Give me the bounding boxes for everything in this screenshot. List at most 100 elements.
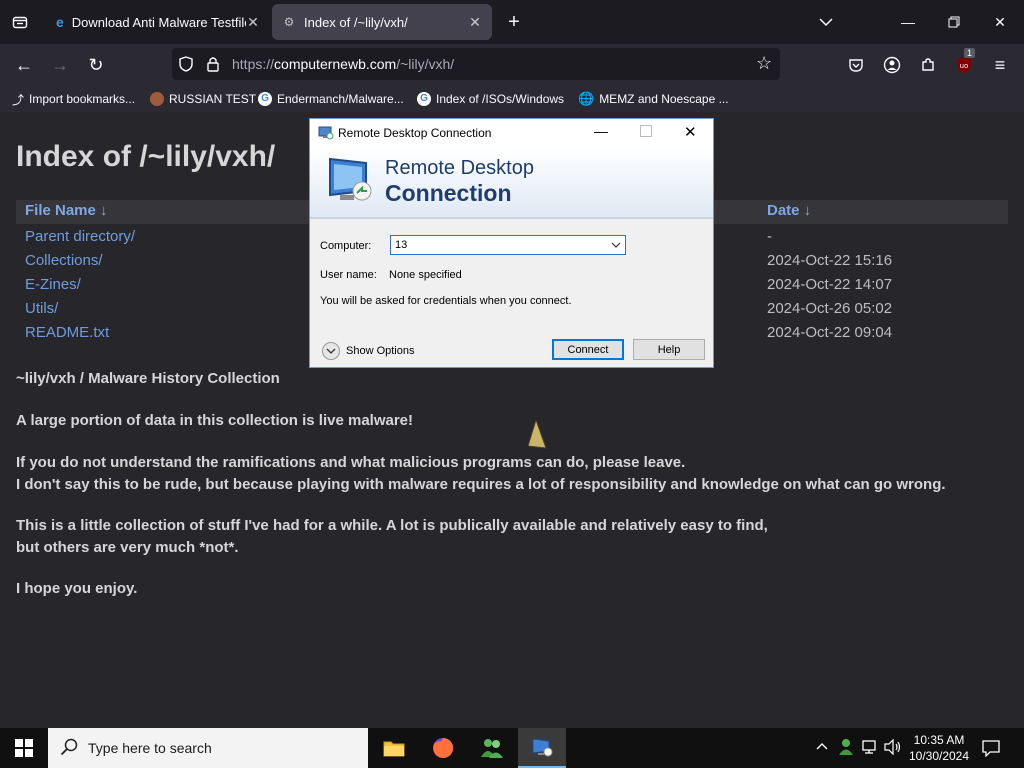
file-date: 2024-Oct-22 14:07 [767,276,893,293]
notifications-icon[interactable] [982,739,1000,762]
bookmark-endermanch[interactable]: G Endermanch/Malware... [258,90,404,108]
dialog-maximize-icon [640,125,652,137]
banner-divider [310,217,713,219]
bookmarks-toolbar: ⤴ Import bookmarks... RUSSIAN TEST G Ender… [0,86,1024,112]
clock-date: 10/30/2024 [908,749,970,763]
minimize-icon[interactable]: — [894,8,922,36]
show-options-label: Show Options [346,345,415,357]
close-tab-icon[interactable]: ✕ [468,14,482,31]
tab-list-icon[interactable] [8,10,32,34]
tab-download-anti-malware[interactable]: e Download Anti Malware Testfile ✕ [46,4,270,40]
edge-icon: e [56,14,64,30]
readme-warning: A large portion of data in this collecti… [16,412,414,429]
url-bar[interactable]: https://computernewb.com/~lily/vxh/ ☆ [172,48,780,80]
username-label: User name: [320,269,377,281]
expand-circle-icon [322,342,340,360]
computer-label: Computer: [320,240,372,252]
rdp-monitor-icon [326,155,376,210]
url-host: computernewb.com [274,56,397,72]
url-prefix: https:// [232,56,275,72]
menu-icon[interactable]: ≡ [986,51,1014,79]
mouse-cursor-icon [527,418,548,455]
taskbar-search-box[interactable]: Type here to search [48,728,368,768]
list-all-tabs-icon[interactable] [812,8,840,36]
username-value: None specified [389,269,462,281]
file-link[interactable]: Collections/ [25,252,103,269]
column-date[interactable]: Date ↓ [767,202,811,219]
user-status-icon[interactable] [838,738,854,761]
file-date: 2024-Oct-26 05:02 [767,300,893,317]
page-title: Index of /~lily/vxh/ [16,140,276,173]
firefox-icon[interactable] [419,728,467,768]
tab-index-of-vxh[interactable]: ⚙ Index of /~lily/vxh/ ✕ [272,4,492,40]
search-placeholder: Type here to search [88,740,212,756]
ublock-icon[interactable]: uo 1 [950,48,978,79]
chevron-down-icon[interactable] [611,237,621,256]
start-button[interactable] [0,728,48,768]
file-link[interactable]: E-Zines/ [25,276,81,293]
dialog-title: Remote Desktop Connection [338,126,492,140]
remote-desktop-taskbar-icon[interactable] [518,728,566,768]
site-icon: ⚙ [283,15,295,29]
users-app-icon[interactable] [468,728,516,768]
reload-icon[interactable]: ↻ [82,51,110,79]
bookmark-label: Index of /ISOs/Windows [436,92,565,106]
dialog-close-icon[interactable]: ✕ [684,123,697,141]
file-link[interactable]: Parent directory/ [25,228,135,245]
account-icon[interactable] [878,51,906,79]
file-link[interactable]: README.txt [25,324,109,341]
show-options-toggle[interactable]: Show Options [322,342,414,360]
bookmark-isos[interactable]: G Index of /ISOs/Windows [417,90,564,108]
lock-icon[interactable] [206,56,220,77]
bookmark-import[interactable]: ⤴ Import bookmarks... [12,90,135,108]
new-tab-icon[interactable]: + [500,8,528,36]
connect-button[interactable]: Connect [552,339,624,360]
google-icon: G [417,92,431,106]
column-file-name[interactable]: File Name ↓ [25,202,108,219]
file-date: 2024-Oct-22 15:16 [767,252,893,269]
tracking-protection-icon[interactable] [178,56,194,77]
file-explorer-icon[interactable] [370,728,418,768]
extensions-icon[interactable] [914,51,942,79]
bookmark-label: Import bookmarks... [29,92,136,106]
url-text[interactable]: https://computernewb.com/~lily/vxh/ [232,48,454,80]
bookmark-label: MEMZ and Noescape ... [599,92,729,106]
readme-text: but others are very much *not*. [16,539,239,556]
banner-title-line2: Connection [385,180,512,206]
import-icon: ⤴ [12,92,25,107]
network-icon[interactable] [862,739,880,760]
file-date: 2024-Oct-22 09:04 [767,324,893,341]
dialog-titlebar[interactable]: Remote Desktop Connection — ✕ [310,119,713,147]
computer-combobox[interactable]: 13 [390,235,626,255]
back-icon[interactable]: ← [10,51,38,79]
globe-icon: 🌐 [578,91,595,106]
dialog-minimize-icon[interactable]: — [594,123,608,139]
volume-icon[interactable] [884,738,902,760]
restore-icon[interactable] [940,8,968,36]
help-button[interactable]: Help [633,339,705,360]
remote-desktop-dialog: Remote Desktop Connection — ✕ Remote Des… [309,118,714,368]
dialog-banner: Remote Desktop Connection [310,147,713,217]
url-path: /~lily/vxh/ [396,56,455,72]
bookmark-label: RUSSIAN TEST [169,92,257,106]
tab-title: Download Anti Malware Testfile [71,14,246,30]
file-date: - [767,228,772,245]
forward-icon[interactable]: → [46,51,74,79]
google-icon: G [258,92,272,106]
readme-closing: I hope you enjoy. [16,580,138,597]
system-clock[interactable]: 10:35 AM 10/30/2024 [904,732,974,764]
close-window-icon[interactable]: ✕ [986,8,1014,36]
close-tab-icon[interactable]: ✕ [246,14,260,31]
bookmark-favicon-icon [150,92,164,106]
readme-heading: ~lily/vxh / Malware History Collection [16,370,280,387]
readme-text: I don't say this to be rude, but because… [16,476,946,493]
readme-text: If you do not understand the ramificatio… [16,454,686,471]
show-hidden-icons-icon[interactable] [816,740,828,754]
bookmark-memz[interactable]: 🌐 MEMZ and Noescape ... [578,90,729,108]
pocket-icon[interactable] [842,51,870,79]
bookmark-star-icon[interactable]: ☆ [756,53,772,74]
file-link[interactable]: Utils/ [25,300,58,317]
credentials-info: You will be asked for credentials when y… [320,295,572,307]
banner-title-line1: Remote Desktop [385,157,534,179]
bookmark-russian-test[interactable]: RUSSIAN TEST [150,90,256,108]
